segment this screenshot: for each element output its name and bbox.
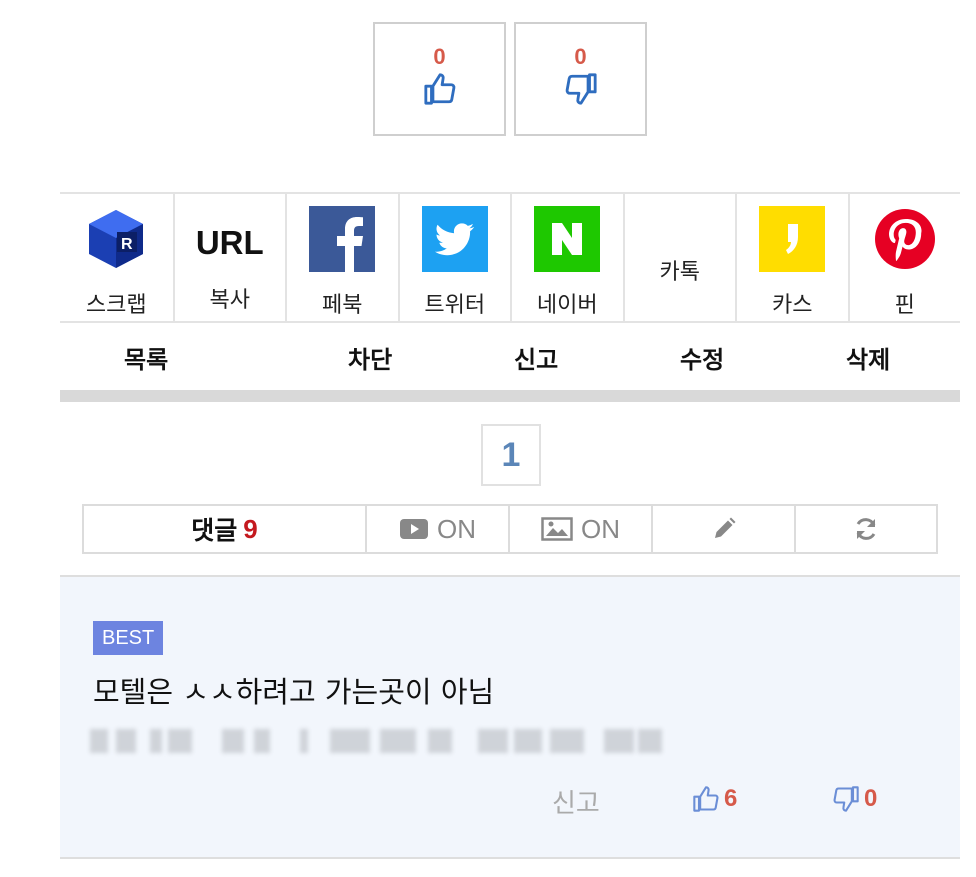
video-toggle-label: ON xyxy=(437,513,476,544)
share-facebook-button[interactable]: 페북 xyxy=(285,194,398,321)
upvote-button[interactable]: 0 xyxy=(373,22,506,136)
section-divider xyxy=(60,390,960,402)
best-badge: BEST xyxy=(93,621,164,655)
thumbs-up-icon xyxy=(375,72,504,110)
downvote-button[interactable]: 0 xyxy=(514,22,647,136)
naver-icon xyxy=(534,206,601,272)
video-icon xyxy=(400,519,428,539)
share-twitter-label: 트위터 xyxy=(424,293,486,318)
url-text: URL xyxy=(195,224,264,261)
post-actions: 목록 차단 신고 수정 삭제 xyxy=(60,330,960,380)
comments-title: 댓글 xyxy=(191,516,238,545)
image-icon xyxy=(541,517,573,541)
image-toggle[interactable]: ON xyxy=(508,504,653,554)
refresh-comments-button[interactable] xyxy=(794,504,938,554)
share-kakaotalk-button[interactable]: 카톡 xyxy=(622,194,736,321)
share-kakaotalk-label: 카톡 xyxy=(659,260,700,285)
page-number-current[interactable]: 1 xyxy=(481,424,541,486)
list-button[interactable]: 목록 xyxy=(124,340,168,375)
pencil-icon xyxy=(714,517,735,538)
facebook-icon xyxy=(309,206,376,272)
image-toggle-label: ON xyxy=(581,513,620,544)
scrap-cube-icon: R xyxy=(83,206,149,272)
share-pinterest-label: 핀 xyxy=(894,293,915,318)
report-button[interactable]: 신고 xyxy=(514,340,558,375)
share-scrap-label: 스크랩 xyxy=(85,293,147,318)
copy-url-button[interactable]: URL 복사 xyxy=(172,194,286,321)
thumbs-up-icon xyxy=(693,786,719,812)
best-comment: BEST 모텔은 ㅅㅅ하려고 가는곳이 아님 신고 6 0 xyxy=(60,575,960,859)
comment-dislike-button[interactable]: 0 xyxy=(832,785,877,813)
block-button[interactable]: 차단 xyxy=(348,340,392,375)
share-kakaostory-label: 카스 xyxy=(772,293,813,318)
comments-count: 9 xyxy=(243,513,258,544)
video-toggle[interactable]: ON xyxy=(365,504,510,554)
edit-button[interactable]: 수정 xyxy=(680,340,724,375)
kakaostory-icon xyxy=(759,206,826,272)
share-scrap-button[interactable]: R 스크랩 xyxy=(60,194,173,321)
share-pinterest-button[interactable]: 핀 xyxy=(847,194,961,321)
comment-report-button[interactable]: 신고 xyxy=(552,783,600,820)
comments-tab[interactable]: 댓글 9 xyxy=(82,504,367,554)
comment-toolbar: 댓글 9 ON ON xyxy=(82,504,940,554)
write-comment-button[interactable] xyxy=(651,504,796,554)
share-naver-label: 네이버 xyxy=(536,293,598,318)
twitter-icon xyxy=(421,206,488,272)
thumbs-down-icon xyxy=(833,786,859,812)
share-twitter-button[interactable]: 트위터 xyxy=(397,194,511,321)
refresh-icon xyxy=(856,518,876,540)
comment-like-count: 6 xyxy=(724,785,738,812)
best-comment-text: 모텔은 ㅅㅅ하려고 가는곳이 아님 xyxy=(93,675,495,709)
delete-button[interactable]: 삭제 xyxy=(846,340,890,375)
pinterest-icon xyxy=(872,206,938,272)
svg-text:R: R xyxy=(121,236,133,253)
share-kakaostory-button[interactable]: 카스 xyxy=(735,194,848,321)
comment-dislike-count: 0 xyxy=(864,785,878,812)
downvote-count: 0 xyxy=(574,44,587,69)
share-naver-button[interactable]: 네이버 xyxy=(510,194,623,321)
share-bar: R 스크랩 URL 복사 페북 트위터 네이버 카톡 카스 핀 xyxy=(60,192,960,323)
thumbs-down-icon xyxy=(516,72,645,110)
upvote-count: 0 xyxy=(433,44,446,69)
copy-url-label: 복사 xyxy=(209,288,250,313)
share-facebook-label: 페북 xyxy=(322,293,363,318)
comment-like-button[interactable]: 6 xyxy=(692,785,737,813)
